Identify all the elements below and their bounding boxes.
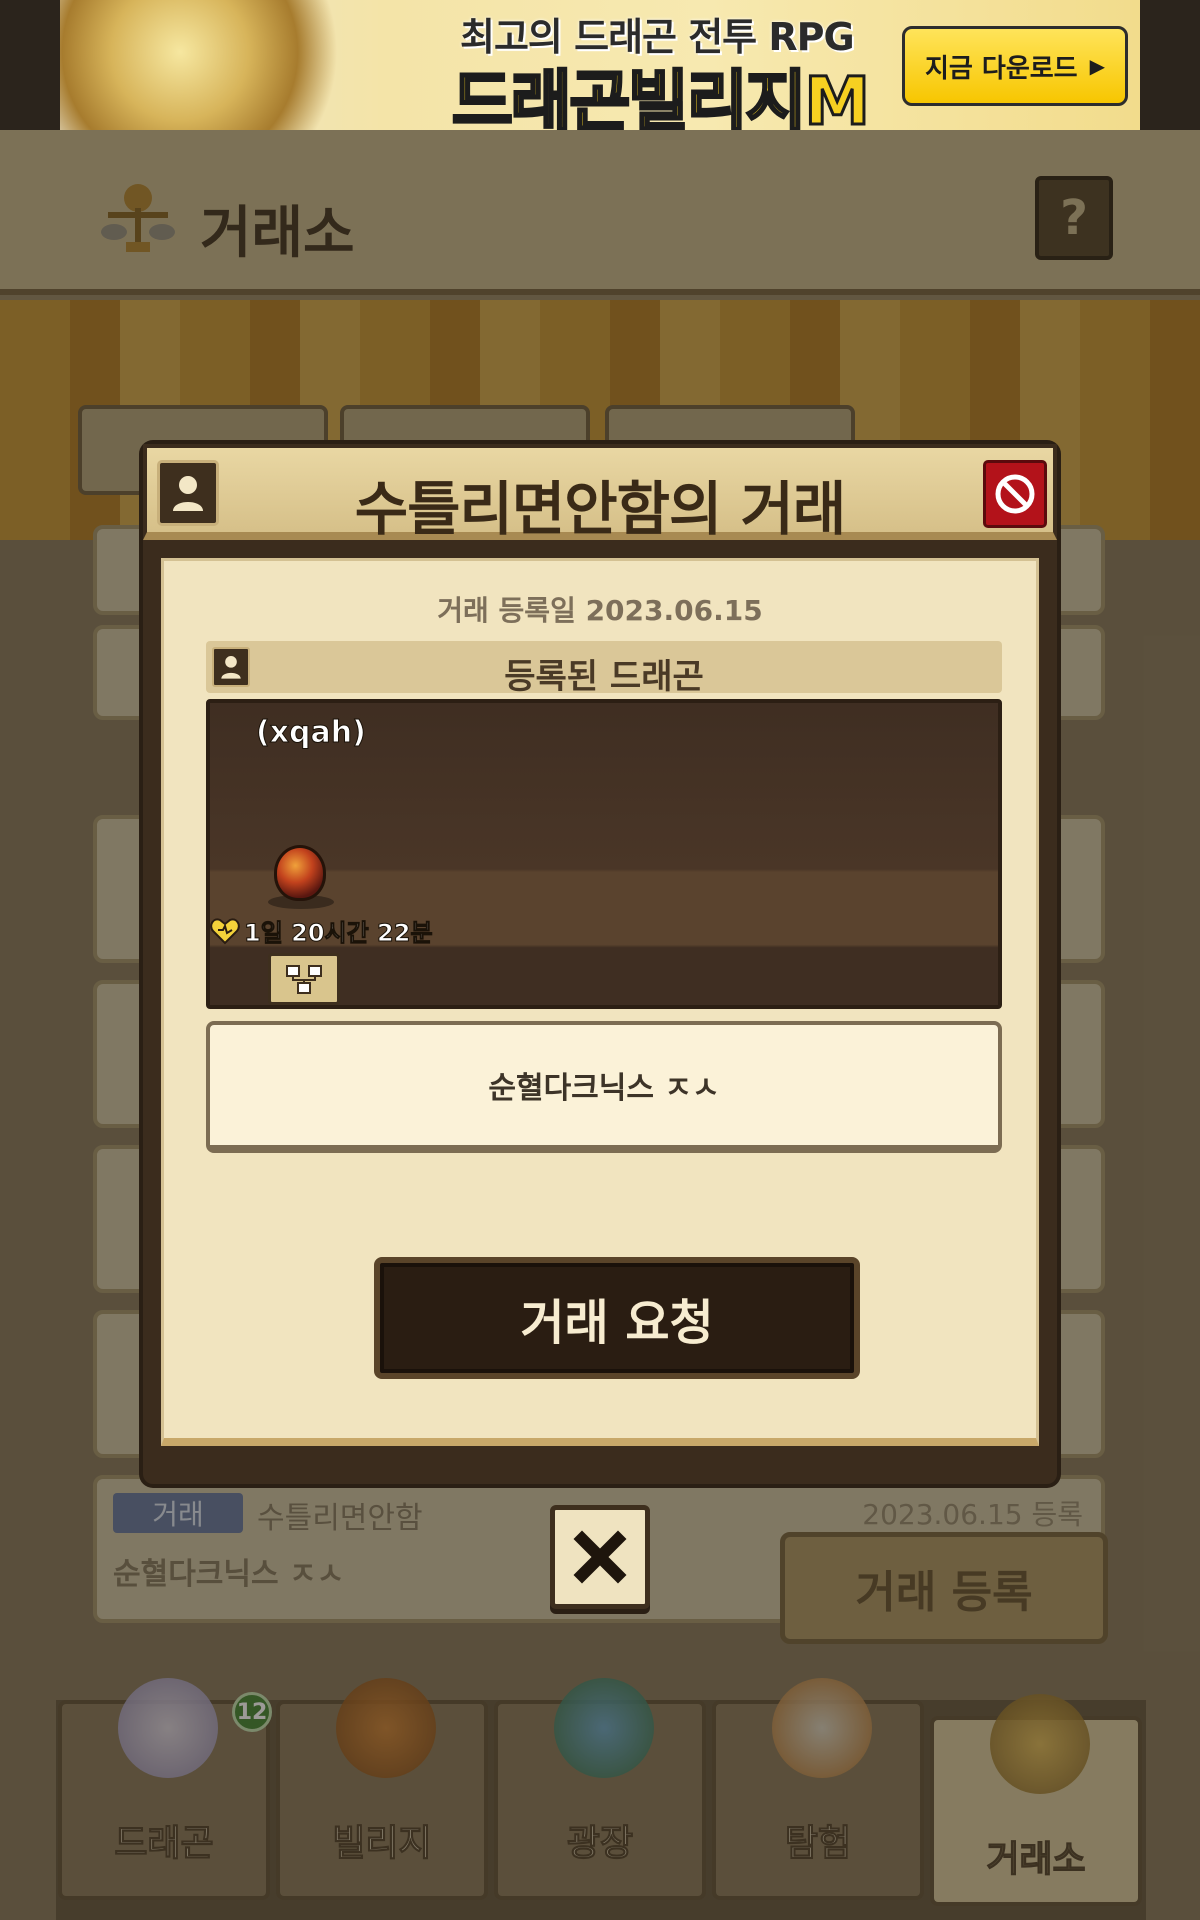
dragon-name: (xqah) [256,715,367,751]
modal-header: 수틀리면안함의 거래 [143,444,1057,543]
ad-download-label: 지금 다운로드 [925,53,1078,84]
dragon-display[interactable]: (xqah) 1일 20시간 22분 [206,699,1002,1009]
block-user-button[interactable] [983,460,1047,528]
hatch-timer: 1일 20시간 22분 [210,913,433,948]
close-icon [573,1530,627,1584]
dragon-egg-icon[interactable] [274,845,326,901]
section-title: 등록된 드래곤 [504,657,704,697]
profile-button[interactable] [157,460,219,526]
modal-body: 거래 등록일 2023.06.15 등록된 드래곤 (xqah) 1일 20시간… [161,558,1039,1446]
modal-title: 수틀리면안함의 거래 [354,475,846,543]
trade-request-button[interactable]: 거래 요청 [374,1257,860,1379]
section-header: 등록된 드래곤 [206,641,1002,697]
user-icon [173,476,203,511]
family-tree-button[interactable] [268,953,340,1005]
trade-detail-modal: 수틀리면안함의 거래 거래 등록일 2023.06.15 등록된 드래곤 (xq… [143,444,1057,1484]
close-button[interactable] [550,1505,650,1609]
timer-text: 1일 20시간 22분 [244,919,434,948]
play-arrow-icon: ▶ [1089,54,1105,78]
trade-registered-date: 거래 등록일 2023.06.15 [437,594,763,627]
family-tree-icon [286,965,322,994]
ad-dragon-art [60,0,360,130]
ad-banner[interactable]: 최고의 드래곤 전투 RPG 드래곤빌리지M 지금 다운로드 ▶ [60,0,1140,130]
heart-icon [210,917,240,944]
trade-memo: 순혈다크닉스 ㅈㅅ [206,1021,1002,1153]
ad-title: 드래곤빌리지M [451,62,872,131]
block-icon [995,474,1035,514]
ad-download-button[interactable]: 지금 다운로드 ▶ [902,26,1128,106]
